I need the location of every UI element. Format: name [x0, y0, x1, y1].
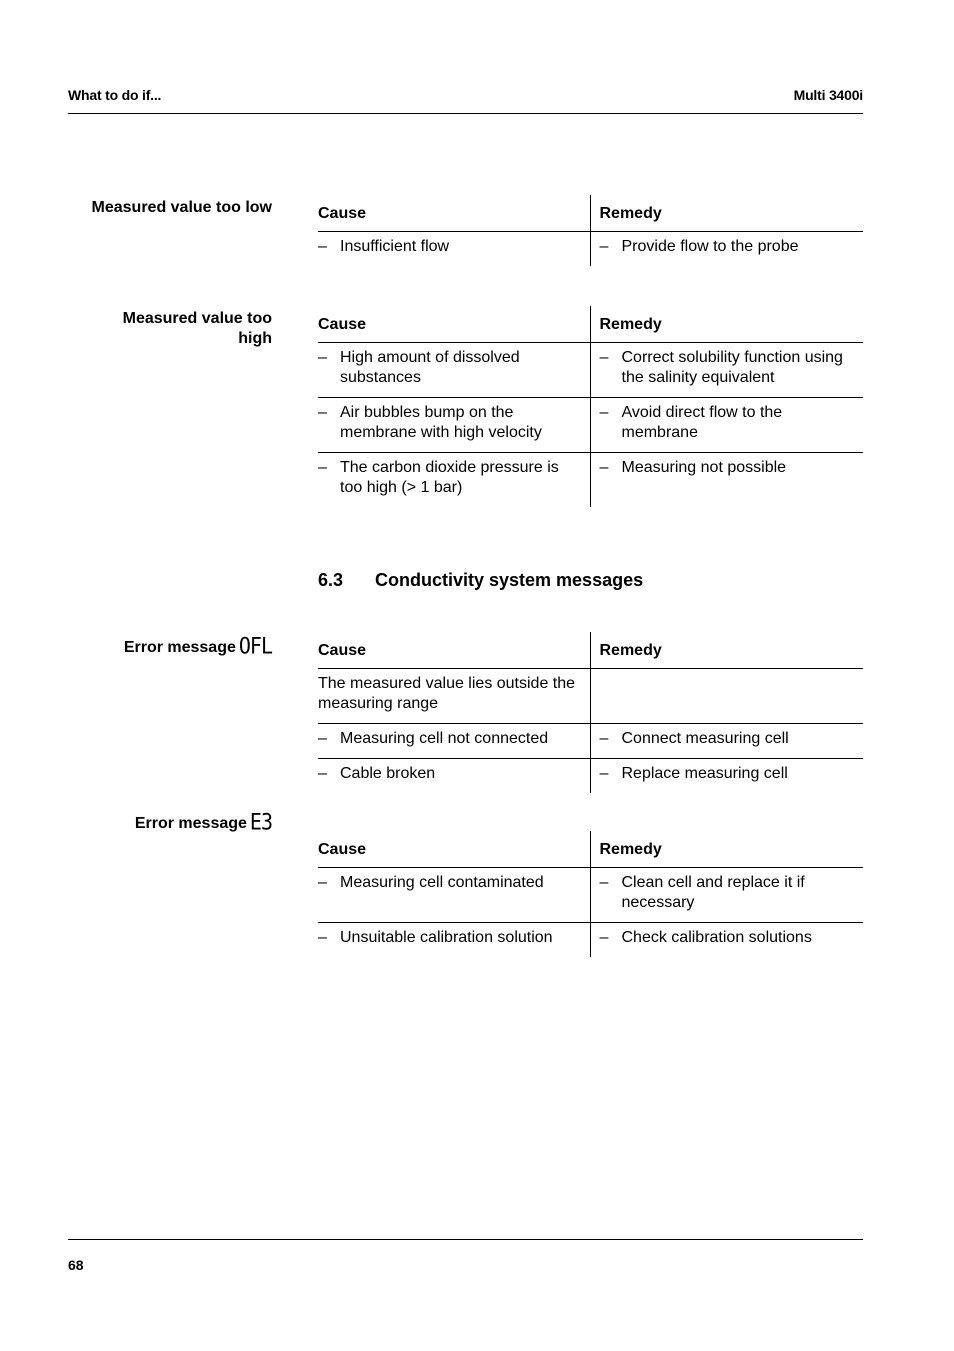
- remedy-text: Connect measuring cell: [621, 730, 789, 747]
- bullet-dash: –: [318, 349, 327, 366]
- remedy-text: Avoid direct flow to the membrane: [621, 404, 783, 441]
- bullet-dash: –: [599, 874, 609, 891]
- column-header-remedy: Remedy: [590, 306, 863, 343]
- lcd-code-e3-icon: E3: [249, 808, 273, 836]
- remedy-text: Check calibration solutions: [621, 929, 812, 946]
- column-header-remedy: Remedy: [590, 195, 863, 232]
- lcd-code-ofl-icon: OFL: [238, 632, 273, 660]
- bullet-dash: –: [318, 238, 327, 255]
- cause-text: Measuring cell contaminated: [340, 874, 544, 891]
- table-row: – Air bubbles bump on the membrane with h…: [318, 397, 863, 453]
- bullet-dash: –: [318, 459, 327, 476]
- column-header-cause: Cause: [318, 306, 591, 343]
- table-error-e3: Cause Remedy – Measuring cell contaminate…: [318, 831, 863, 957]
- column-header-cause: Cause: [318, 632, 591, 669]
- table-row: – Measuring cell contaminated – Clean cell…: [318, 867, 863, 923]
- footer-rule: [68, 1239, 863, 1240]
- remedy-text: Measuring not possible: [621, 459, 787, 476]
- cause-text: Air bubbles bump on the membrane with hi…: [340, 404, 542, 441]
- side-label-text: Error message: [123, 639, 236, 656]
- section-number: 6.3: [318, 570, 344, 590]
- side-label-text: Error message: [134, 815, 247, 832]
- cause-text: Insufficient flow: [340, 238, 450, 255]
- table-row: – The carbon dioxide pressure is too high…: [318, 452, 863, 507]
- table-row: – Unsuitable calibration solution – Check …: [318, 922, 863, 957]
- column-header-remedy: Remedy: [590, 831, 863, 868]
- bullet-dash: –: [318, 929, 327, 946]
- column-header-cause: Cause: [318, 195, 591, 232]
- table-too-high: Cause Remedy – High amount of dissolved s…: [318, 306, 863, 507]
- bullet-dash: –: [599, 765, 609, 782]
- cause-text: Unsuitable calibration solution: [340, 929, 553, 946]
- bullet-dash: –: [318, 765, 327, 782]
- cause-text: The carbon dioxide pressure is too high …: [340, 459, 559, 496]
- header-rule: [68, 113, 863, 114]
- page-number: 68: [68, 1257, 84, 1273]
- table-row: The measured value lies outside the meas…: [318, 668, 863, 724]
- table-row: – Insufficient flow – Provide flow to the …: [318, 231, 863, 266]
- side-label-line: high: [238, 330, 272, 347]
- bullet-dash: –: [599, 730, 609, 747]
- cause-text: Cable broken: [340, 765, 436, 782]
- bullet-dash: –: [599, 459, 609, 476]
- remedy-text: Replace measuring cell: [621, 765, 788, 782]
- column-header-cause: Cause: [318, 831, 591, 868]
- table-row: – Cable broken – Replace measuring cell: [318, 758, 863, 793]
- cause-text: High amount of dissolved substances: [340, 349, 520, 386]
- remedy-text: Correct solubility function using the sa…: [621, 349, 843, 386]
- table-error-ofl: Cause Remedy The measured value lies out…: [318, 632, 863, 793]
- section-title: Conductivity system messages: [375, 570, 644, 590]
- bullet-dash: –: [599, 349, 609, 366]
- bullet-dash: –: [318, 874, 327, 891]
- cause-text: Measuring cell not connected: [340, 730, 549, 747]
- remedy-text: Clean cell and replace it if necessary: [621, 874, 805, 911]
- side-label-line: Measured value too: [122, 310, 272, 327]
- side-label-error-ofl: Error message OFL: [68, 632, 273, 660]
- table-row: – Measuring cell not connected – Connect m…: [318, 723, 863, 759]
- remedy-text: Provide flow to the probe: [621, 238, 799, 255]
- side-label-error-e3: Error message E3: [68, 808, 273, 836]
- table-too-low: Cause Remedy – Insufficient flow – Provide…: [318, 195, 863, 266]
- side-label-too-high: Measured value too high: [68, 309, 272, 349]
- section-heading: 6.3 Conductivity system messages: [318, 570, 643, 591]
- bullet-dash: –: [318, 730, 327, 747]
- bullet-dash: –: [318, 404, 327, 421]
- running-header-product: Multi 3400i: [793, 87, 864, 103]
- intro-text: The measured value lies outside the meas…: [318, 675, 576, 712]
- bullet-dash: –: [599, 238, 609, 255]
- bullet-dash: –: [599, 404, 609, 421]
- column-header-remedy: Remedy: [590, 632, 863, 669]
- side-label-too-low: Measured value too low: [91, 199, 272, 216]
- bullet-dash: –: [599, 929, 609, 946]
- running-header-chapter: What to do if...: [68, 87, 162, 103]
- table-row: – High amount of dissolved substances – Co…: [318, 342, 863, 398]
